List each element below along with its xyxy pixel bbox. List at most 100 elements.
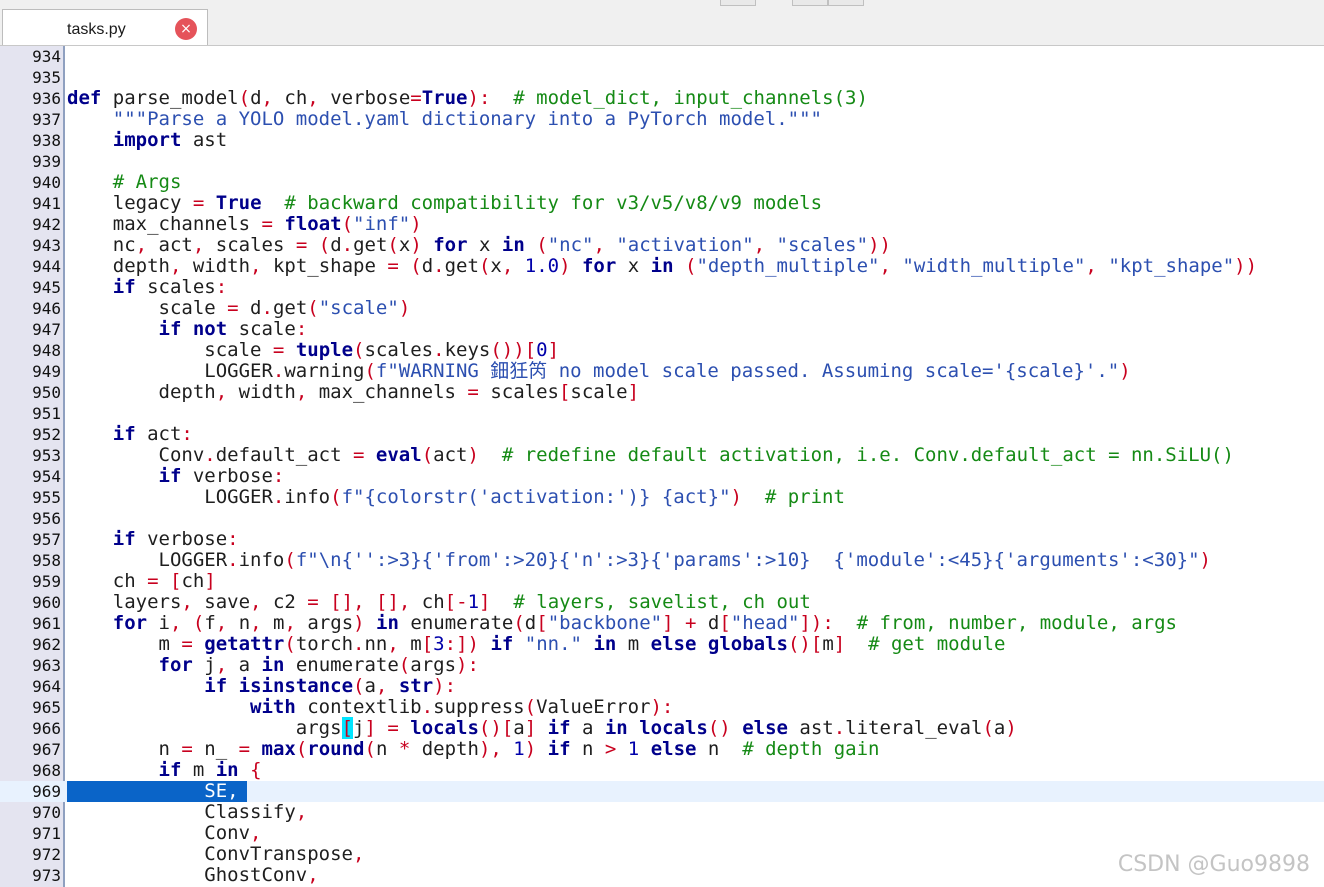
code-line[interactable]: 956 xyxy=(0,508,1324,529)
code-line[interactable]: 970 Classify, xyxy=(0,802,1324,823)
code-line[interactable]: 940 # Args xyxy=(0,172,1324,193)
code-line[interactable]: 955 LOGGER.info(f"{colorstr('activation:… xyxy=(0,487,1324,508)
line-code: def parse_model(d, ch, verbose=True): # … xyxy=(67,87,868,109)
line-code: GhostConv, xyxy=(67,864,319,886)
line-code: with contextlib.suppress(ValueError): xyxy=(250,696,674,718)
line-code: LOGGER.info(f"{colorstr('activation:')} … xyxy=(67,486,845,508)
line-number: 949 xyxy=(32,362,61,381)
line-number: 941 xyxy=(32,194,61,213)
code-line[interactable]: 944 depth, width, kpt_shape = (d.get(x, … xyxy=(0,256,1324,277)
line-number: 963 xyxy=(32,656,61,675)
line-code: if scales: xyxy=(112,276,228,298)
line-number: 951 xyxy=(32,404,61,423)
code-line[interactable]: 957 if verbose: xyxy=(0,529,1324,550)
line-code: if not scale: xyxy=(158,318,308,340)
line-code: m = getattr(torch.nn, m[3:]) if "nn." in… xyxy=(67,633,1006,655)
code-line[interactable]: 947 if not scale: xyxy=(0,319,1324,340)
code-line[interactable]: 969 SE, xyxy=(0,781,1324,802)
code-line[interactable]: 965 with contextlib.suppress(ValueError)… xyxy=(0,697,1324,718)
code-line[interactable]: 958 LOGGER.info(f"\n{'':>3}{'from':>20}{… xyxy=(0,550,1324,571)
code-line[interactable]: 963 for j, a in enumerate(args): xyxy=(0,655,1324,676)
code-line[interactable]: 959 ch = [ch] xyxy=(0,571,1324,592)
code-line[interactable]: 967 n = n_ = max(round(n * depth), 1) if… xyxy=(0,739,1324,760)
line-code: scale = tuple(scales.keys())[0] xyxy=(67,339,560,361)
line-number: 950 xyxy=(32,383,61,402)
line-code: for i, (f, n, m, args) in enumerate(d["b… xyxy=(112,612,1177,634)
code-line[interactable]: 936 def parse_model(d, ch, verbose=True):… xyxy=(0,88,1324,109)
tab-tasks-py[interactable]: tasks.py × xyxy=(2,9,208,45)
line-number: 934 xyxy=(32,47,61,66)
line-code: if isinstance(a, str): xyxy=(204,675,457,697)
line-number: 945 xyxy=(32,278,61,297)
line-code: # Args xyxy=(112,171,182,193)
toolbar-button[interactable] xyxy=(792,0,828,6)
code-line[interactable]: 937 """Parse a YOLO model.yaml dictionar… xyxy=(0,109,1324,130)
code-line[interactable]: 964 if isinstance(a, str): xyxy=(0,676,1324,697)
line-code: if verbose: xyxy=(158,465,285,487)
line-code: Classify, xyxy=(67,801,308,823)
line-number: 940 xyxy=(32,173,61,192)
line-number: 953 xyxy=(32,446,61,465)
code-line[interactable]: 934 xyxy=(0,46,1324,67)
line-code: LOGGER.info(f"\n{'':>3}{'from':>20}{'n':… xyxy=(67,549,1211,571)
line-code: scale = d.get("scale") xyxy=(67,297,411,319)
tab-bar: tasks.py × xyxy=(0,0,1324,46)
code-editor[interactable]: 934 935 936 def parse_model(d, ch, verbose=… xyxy=(0,46,1324,887)
line-number: 960 xyxy=(32,593,61,612)
toolbar-button[interactable] xyxy=(828,0,864,6)
code-line[interactable]: 939 xyxy=(0,151,1324,172)
toolbar-button[interactable] xyxy=(720,0,756,6)
code-line[interactable]: 945 if scales: xyxy=(0,277,1324,298)
line-code: max_channels = float("inf") xyxy=(67,213,422,235)
code-line[interactable]: 943 nc, act, scales = (d.get(x) for x in… xyxy=(0,235,1324,256)
line-code: import ast xyxy=(112,129,228,151)
code-line[interactable]: 968 if m in { xyxy=(0,760,1324,781)
line-number: 968 xyxy=(32,761,61,780)
code-line[interactable]: 952 if act: xyxy=(0,424,1324,445)
code-line[interactable]: 950 depth, width, max_channels = scales[… xyxy=(0,382,1324,403)
line-number: 956 xyxy=(32,509,61,528)
code-line[interactable]: 948 scale = tuple(scales.keys())[0] xyxy=(0,340,1324,361)
line-number: 935 xyxy=(32,68,61,87)
line-number: 958 xyxy=(32,551,61,570)
line-number: 947 xyxy=(32,320,61,339)
line-number: 936 xyxy=(32,89,61,108)
line-code: if verbose: xyxy=(112,528,239,550)
code-line[interactable]: 935 xyxy=(0,67,1324,88)
line-code: ch = [ch] xyxy=(67,570,216,592)
code-line[interactable]: 951 xyxy=(0,403,1324,424)
line-number: 937 xyxy=(32,110,61,129)
line-number: 959 xyxy=(32,572,61,591)
code-line[interactable]: 960 layers, save, c2 = [], [], ch[-1] # … xyxy=(0,592,1324,613)
line-number: 966 xyxy=(32,719,61,738)
line-number: 970 xyxy=(32,803,61,822)
code-line[interactable]: 962 m = getattr(torch.nn, m[3:]) if "nn.… xyxy=(0,634,1324,655)
code-line[interactable]: 954 if verbose: xyxy=(0,466,1324,487)
code-line[interactable]: 971 Conv, xyxy=(0,823,1324,844)
line-code: n = n_ = max(round(n * depth), 1) if n >… xyxy=(67,738,880,760)
line-code: depth, width, kpt_shape = (d.get(x, 1.0)… xyxy=(67,255,1258,277)
line-number: 969 xyxy=(32,782,61,801)
line-code: """Parse a YOLO model.yaml dictionary in… xyxy=(112,108,822,130)
line-code: legacy = True # backward compatibility f… xyxy=(67,192,823,214)
line-number: 939 xyxy=(32,152,61,171)
line-number: 972 xyxy=(32,845,61,864)
tab-label: tasks.py xyxy=(67,21,126,38)
line-number: 971 xyxy=(32,824,61,843)
line-code: SE, xyxy=(67,780,239,802)
code-line[interactable]: 942 max_channels = float("inf") xyxy=(0,214,1324,235)
code-line[interactable]: 946 scale = d.get("scale") xyxy=(0,298,1324,319)
line-number: 943 xyxy=(32,236,61,255)
close-icon[interactable]: × xyxy=(175,18,197,40)
code-line[interactable]: 938 import ast xyxy=(0,130,1324,151)
code-line[interactable]: 953 Conv.default_act = eval(act) # redef… xyxy=(0,445,1324,466)
code-line[interactable]: 961 for i, (f, n, m, args) in enumerate(… xyxy=(0,613,1324,634)
line-number: 955 xyxy=(32,488,61,507)
line-number: 965 xyxy=(32,698,61,717)
line-number: 942 xyxy=(32,215,61,234)
code-line[interactable]: 949 LOGGER.warning(f"WARNING 鈿狅笍 no mode… xyxy=(0,361,1324,382)
code-line[interactable]: 941 legacy = True # backward compatibili… xyxy=(0,193,1324,214)
line-code: if act: xyxy=(112,423,193,445)
code-line[interactable]: 966 args[j] = locals()[a] if a in locals… xyxy=(0,717,1324,739)
line-number: 948 xyxy=(32,341,61,360)
